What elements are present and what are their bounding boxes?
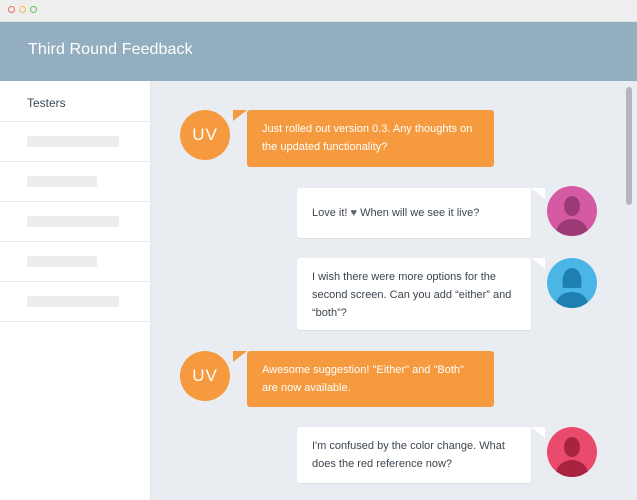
chat-scrollbar[interactable] xyxy=(626,87,632,205)
avatar-tester-2 xyxy=(547,258,597,308)
message-bubble-tester: I wish there were more options for the s… xyxy=(297,258,531,330)
window-chrome xyxy=(0,0,637,22)
bubble-tail xyxy=(531,427,545,438)
bubble-tail xyxy=(233,351,247,362)
avatar-tester-3 xyxy=(547,427,597,477)
heart-icon: ♥ xyxy=(350,207,358,219)
page-header: Third Round Feedback xyxy=(0,22,637,81)
testers-sidebar: Testers xyxy=(0,81,151,500)
sidebar-item-tester-1[interactable] xyxy=(0,122,150,162)
minimize-window-icon[interactable] xyxy=(19,6,26,13)
sidebar-item-tester-5[interactable] xyxy=(0,282,150,322)
user-silhouette-icon xyxy=(555,196,589,236)
sidebar-item-tester-3[interactable] xyxy=(0,202,150,242)
message-text-before: Love it! xyxy=(312,207,348,219)
message-text: Awesome suggestion! "Either" and "Both" … xyxy=(262,364,464,394)
tester-name-placeholder xyxy=(27,216,119,227)
sidebar-item-tester-2[interactable] xyxy=(0,162,150,202)
message-text: I'm confused by the color change. What d… xyxy=(312,440,505,470)
avatar-uv: UV xyxy=(180,351,230,401)
close-window-icon[interactable] xyxy=(8,6,15,13)
bubble-tail xyxy=(531,188,545,199)
message-text-after: When will we see it live? xyxy=(360,207,480,219)
tester-name-placeholder xyxy=(27,136,119,147)
message-text: I wish there were more options for the s… xyxy=(312,271,512,319)
page-title: Third Round Feedback xyxy=(28,41,193,58)
tester-name-placeholder xyxy=(27,296,119,307)
message-bubble-tester: Love it! ♥ When will we see it live? xyxy=(297,188,531,238)
bubble-tail xyxy=(531,258,545,269)
app-window: Third Round Feedback Testers UV Just rol… xyxy=(0,0,637,500)
tester-name-placeholder xyxy=(27,176,97,187)
sidebar-item-tester-4[interactable] xyxy=(0,242,150,282)
maximize-window-icon[interactable] xyxy=(30,6,37,13)
user-silhouette-icon xyxy=(555,437,589,477)
message-bubble-tester: I'm confused by the color change. What d… xyxy=(297,427,531,483)
bubble-tail xyxy=(233,110,247,121)
tester-name-placeholder xyxy=(27,256,97,267)
message-text: Just rolled out version 0.3. Any thought… xyxy=(262,123,473,153)
avatar-uv: UV xyxy=(180,110,230,160)
message-bubble-uv: Awesome suggestion! "Either" and "Both" … xyxy=(247,351,494,407)
message-bubble-uv: Just rolled out version 0.3. Any thought… xyxy=(247,110,494,167)
user-silhouette-icon xyxy=(555,268,589,308)
avatar-tester-1 xyxy=(547,186,597,236)
sidebar-heading: Testers xyxy=(0,81,150,122)
